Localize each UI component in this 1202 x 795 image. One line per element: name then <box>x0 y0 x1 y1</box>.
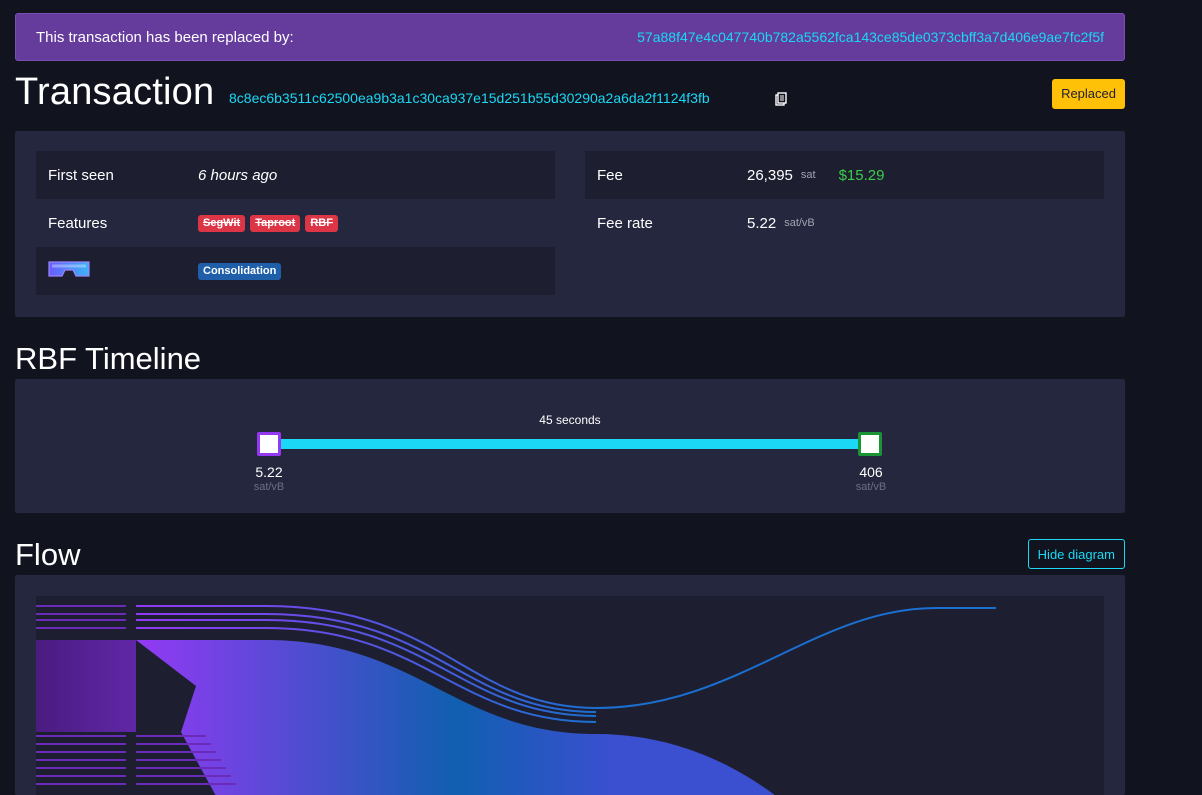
details-left-column: First seen 6 hours ago Features SegWit T… <box>36 151 555 295</box>
rbf-section-header: RBF Timeline <box>15 317 1125 379</box>
rbf-timeline-bar <box>277 439 877 449</box>
flow-diagram[interactable] <box>36 596 1104 795</box>
goggles-icon[interactable] <box>48 260 90 278</box>
details-right-column: Fee 26,395 sat $15.29 Fee rate 5.22 sat/… <box>585 151 1104 247</box>
flow-section-header: Flow Hide diagram <box>15 513 1125 575</box>
rbf-node-original[interactable] <box>257 432 281 456</box>
rbf-start-unit: sat/vB <box>253 481 285 493</box>
txid-link[interactable]: 8c8ec6b3511c62500ea9b3a1c30ca937e15d251b… <box>229 90 710 106</box>
features-row: Features SegWit Taproot RBF <box>36 199 555 247</box>
flow-title: Flow <box>15 537 81 572</box>
copy-icon[interactable] <box>775 92 787 106</box>
flow-box <box>15 575 1125 795</box>
transaction-header: Transaction 8c8ec6b3511c62500ea9b3a1c30c… <box>15 61 1125 131</box>
rbf-node-replacement[interactable] <box>858 432 882 456</box>
goggles-label <box>36 260 198 282</box>
rbf-elapsed: 45 seconds <box>539 413 601 427</box>
fee-usd: $15.29 <box>838 166 885 184</box>
page-wrap: This transaction has been replaced by: 5… <box>15 13 1125 795</box>
rbf-end-unit: sat/vB <box>855 481 887 493</box>
fee-rate-value-group: 5.22 sat/vB <box>747 215 1104 232</box>
features-label: Features <box>48 214 108 232</box>
status-badge: Replaced <box>1052 79 1125 109</box>
page-title: Transaction <box>15 71 215 113</box>
feature-tag-rbf[interactable]: RBF <box>305 214 338 232</box>
rbf-start-rate: 5.22 <box>255 464 283 480</box>
replacement-txid-link[interactable]: 57a88f47e4c047740b782a5562fca143ce85de03… <box>637 29 1104 45</box>
fee-rate-value: 5.22 <box>747 214 777 232</box>
rbf-timeline-title: RBF Timeline <box>15 341 202 376</box>
rbf-timeline-box: 45 seconds 5.22 sat/vB 406 sat/vB <box>15 379 1125 513</box>
hide-diagram-button[interactable]: Hide diagram <box>1027 539 1125 569</box>
tags-value: Consolidation <box>198 262 555 280</box>
fee-value: 26,395 <box>747 166 793 184</box>
feature-tag-taproot[interactable]: Taproot <box>250 214 301 232</box>
features-tags: SegWit Taproot RBF <box>198 214 555 232</box>
details-box: First seen 6 hours ago Features SegWit T… <box>15 131 1125 317</box>
fee-row: Fee 26,395 sat $15.29 <box>585 151 1104 199</box>
fee-unit: sat <box>800 169 816 181</box>
rbf-end-rate: 406 <box>859 464 883 480</box>
fee-rate-unit: sat/vB <box>784 217 815 229</box>
replaced-banner: This transaction has been replaced by: 5… <box>15 13 1125 61</box>
goggles-row: Consolidation <box>36 247 555 295</box>
fee-value-group: 26,395 sat $15.29 <box>747 167 1104 184</box>
first-seen-label: First seen <box>48 166 114 184</box>
fee-rate-label: Fee rate <box>597 214 653 232</box>
feature-tag-segwit[interactable]: SegWit <box>198 214 246 232</box>
replaced-banner-label: This transaction has been replaced by: <box>36 28 294 46</box>
fee-label: Fee <box>597 166 623 184</box>
fee-rate-row: Fee rate 5.22 sat/vB <box>585 199 1104 247</box>
first-seen-value: 6 hours ago <box>198 166 278 184</box>
first-seen-row: First seen 6 hours ago <box>36 151 555 199</box>
consolidation-tag[interactable]: Consolidation <box>198 262 282 280</box>
